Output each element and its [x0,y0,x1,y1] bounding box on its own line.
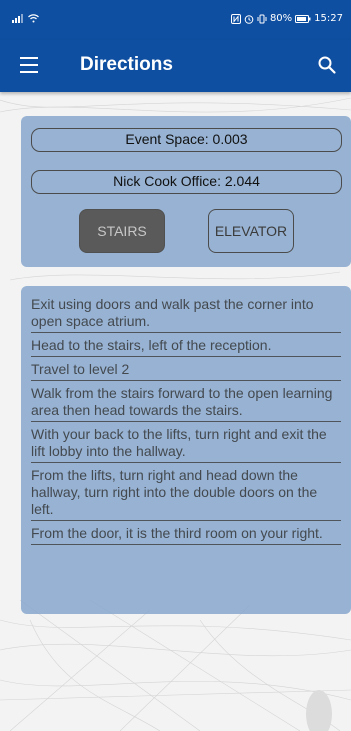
wifi-icon [28,14,39,23]
app-bar: Directions [0,40,351,92]
direction-step: Exit using doors and walk past the corne… [31,296,341,333]
signal-icon [12,14,23,23]
directions-list: Exit using doors and walk past the corne… [21,286,351,614]
direction-step: From the door, it is the third room on y… [31,525,341,545]
decorative-shape [306,690,332,731]
menu-icon[interactable] [20,57,38,73]
vibrate-icon [257,14,267,23]
to-location-field[interactable]: Nick Cook Office: 2.044 [31,170,342,194]
direction-step: With your back to the lifts, turn right … [31,426,341,463]
status-time: 15:27 [314,13,343,24]
status-right: 80% 15:27 [230,13,343,24]
stairs-button[interactable]: STAIRS [79,209,165,253]
alarm-icon [244,14,254,24]
elevator-button[interactable]: ELEVATOR [208,209,294,253]
status-bar: 80% 15:27 [0,0,351,40]
nfc-icon [230,13,241,24]
route-card: Event Space: 0.003 Nick Cook Office: 2.0… [21,116,351,267]
page-title: Directions [80,54,173,75]
direction-step: From the lifts, turn right and head down… [31,467,341,521]
direction-step: Travel to level 2 [31,361,341,381]
from-location-field[interactable]: Event Space: 0.003 [31,128,342,152]
battery-icon [295,14,311,23]
direction-step: Walk from the stairs forward to the open… [31,385,341,422]
search-icon[interactable] [317,55,337,75]
status-left [12,14,39,23]
battery-percent: 80% [269,13,293,24]
direction-step: Head to the stairs, left of the receptio… [31,337,341,357]
